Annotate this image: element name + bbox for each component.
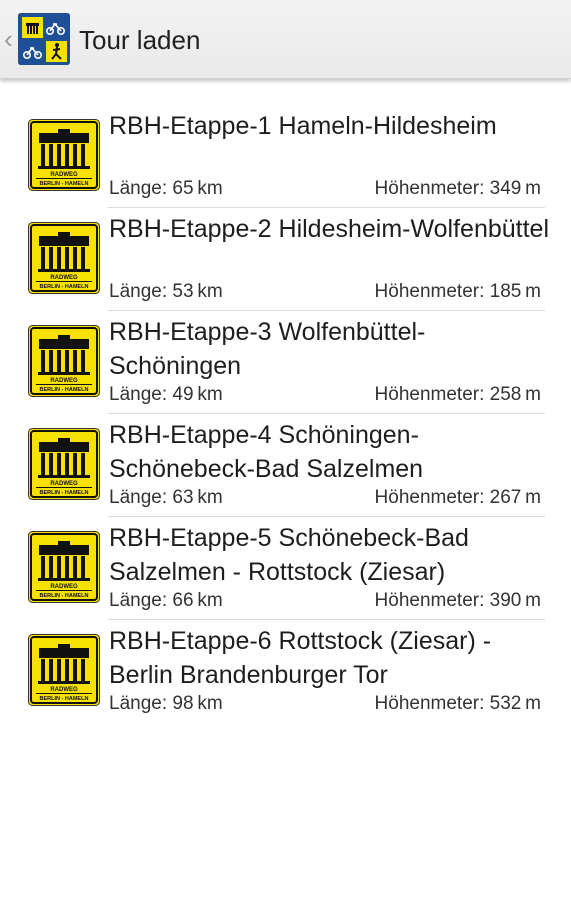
svg-text:BERLIN - HAMELN: BERLIN - HAMELN — [40, 387, 89, 393]
svg-text:RADWEG: RADWEG — [50, 378, 78, 384]
svg-text:BERLIN - HAMELN: BERLIN - HAMELN — [40, 181, 89, 187]
tour-length: Länge: 66 km — [109, 590, 223, 611]
svg-text:RADWEG: RADWEG — [50, 172, 78, 178]
tour-meta: Länge: 66 km Höhenmeter: 390 m — [109, 590, 541, 614]
svg-text:RADWEG: RADWEG — [50, 687, 78, 693]
tour-title: RBH-Etappe-5 Schönebeck-Bad Salzelmen - … — [109, 524, 469, 586]
radweg-sign-icon: RADWEG BERLIN - HAMELN — [28, 634, 100, 706]
svg-text:BERLIN - HAMELN: BERLIN - HAMELN — [40, 696, 89, 702]
tour-list-item[interactable]: RADWEG BERLIN - HAMELN RBH-Etappe-4 Schön… — [0, 414, 571, 517]
tour-length: Länge: 49 km — [109, 384, 223, 405]
radweg-sign-icon: RADWEG BERLIN - HAMELN — [28, 222, 100, 294]
tour-list-item[interactable]: RADWEG BERLIN - HAMELN RBH-Etappe-1 Hamel… — [0, 105, 571, 208]
app-icon-graphic — [18, 13, 70, 65]
tour-length: Länge: 63 km — [109, 487, 223, 508]
tour-list-item[interactable]: RADWEG BERLIN - HAMELN RBH-Etappe-2 Hilde… — [0, 208, 571, 311]
tour-elevation: Höhenmeter: 532 m — [374, 693, 541, 714]
svg-text:RADWEG: RADWEG — [50, 584, 78, 590]
tour-length: Länge: 65 km — [109, 178, 223, 199]
tour-meta: Länge: 49 km Höhenmeter: 258 m — [109, 384, 541, 408]
tour-title: RBH-Etappe-3 Wolfenbüttel-Schöningen — [109, 318, 426, 380]
tour-list-item[interactable]: RADWEG BERLIN - HAMELN RBH-Etappe-6 Rotts… — [0, 620, 571, 723]
tour-elevation: Höhenmeter: 349 m — [374, 178, 541, 199]
tour-list-item[interactable]: RADWEG BERLIN - HAMELN RBH-Etappe-5 Schön… — [0, 517, 571, 620]
svg-text:RADWEG: RADWEG — [50, 481, 78, 487]
tour-elevation: Höhenmeter: 390 m — [374, 590, 541, 611]
svg-text:BERLIN - HAMELN: BERLIN - HAMELN — [40, 284, 89, 290]
tour-meta: Länge: 53 km Höhenmeter: 185 m — [109, 281, 541, 305]
svg-text:BERLIN - HAMELN: BERLIN - HAMELN — [40, 593, 89, 599]
tour-elevation: Höhenmeter: 185 m — [374, 281, 541, 302]
tour-list: RADWEG BERLIN - HAMELN RBH-Etappe-1 Hamel… — [0, 105, 571, 723]
tour-title: RBH-Etappe-1 Hameln-Hildesheim — [109, 112, 497, 140]
tour-title: RBH-Etappe-4 Schöningen-Schönebeck-Bad S… — [109, 421, 424, 483]
tour-elevation: Höhenmeter: 258 m — [374, 384, 541, 405]
svg-text:RADWEG: RADWEG — [50, 275, 78, 281]
tour-meta: Länge: 98 km Höhenmeter: 532 m — [109, 693, 541, 717]
tour-length: Länge: 53 km — [109, 281, 223, 302]
radweg-sign-icon: RADWEG BERLIN - HAMELN — [28, 531, 100, 603]
tour-meta: Länge: 63 km Höhenmeter: 267 m — [109, 487, 541, 511]
radweg-sign-icon: RADWEG BERLIN - HAMELN — [28, 119, 100, 191]
tour-title: RBH-Etappe-2 Hildesheim-Wolfenbüttel — [109, 215, 550, 243]
action-bar: ‹ Tour laden — [0, 0, 571, 79]
radweg-sign-icon: RADWEG BERLIN - HAMELN — [28, 325, 100, 397]
page-title: Tour laden — [79, 25, 201, 55]
chevron-left-icon[interactable]: ‹ — [4, 24, 13, 54]
tour-meta: Länge: 65 km Höhenmeter: 349 m — [109, 178, 541, 202]
tour-list-item[interactable]: RADWEG BERLIN - HAMELN RBH-Etappe-3 Wolfe… — [0, 311, 571, 414]
tour-length: Länge: 98 km — [109, 693, 223, 714]
tour-title: RBH-Etappe-6 Rottstock (Ziesar) - Berlin… — [109, 627, 492, 689]
svg-text:BERLIN - HAMELN: BERLIN - HAMELN — [40, 490, 89, 496]
radweg-app-icon[interactable] — [18, 13, 70, 65]
radweg-sign-icon: RADWEG BERLIN - HAMELN — [28, 428, 100, 500]
tour-elevation: Höhenmeter: 267 m — [374, 487, 541, 508]
